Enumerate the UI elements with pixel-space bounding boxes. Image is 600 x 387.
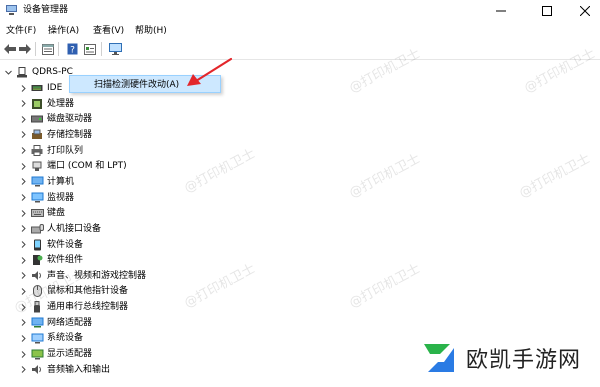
toolbar-separator [35,42,36,56]
hid-icon [30,223,44,235]
tree-item[interactable]: 处理器 [18,96,74,112]
tree-item[interactable]: 监视器 [18,190,74,206]
computer-icon [15,66,29,78]
chevron-right-icon[interactable] [18,346,28,362]
keyboard-icon [30,207,44,219]
software-component-icon [30,254,44,266]
menu-bar: 文件(F) 操作(A) 查看(V) 帮助(H) [0,23,600,39]
toolbar-separator [101,42,102,56]
chevron-down-icon[interactable] [3,64,13,80]
maximize-button[interactable] [532,0,562,21]
chevron-right-icon[interactable] [18,190,28,206]
disk-drive-icon [30,113,44,125]
scan-hardware-changes-menu-item[interactable]: 扫描检测硬件改动(A) [94,77,179,93]
tree-item[interactable]: 计算机 [18,174,74,190]
tree-item-label: 存储控制器 [47,129,93,140]
tree-item[interactable]: 系统设备 [18,330,83,346]
close-button[interactable] [570,0,600,21]
tree-root-label: QDRS-PC [32,67,73,77]
chevron-right-icon[interactable] [18,111,28,127]
network-adapter-icon [30,317,44,329]
menu-file[interactable]: 文件(F) [6,23,36,39]
system-device-icon [30,332,44,344]
tree-item[interactable]: 端口 (COM 和 LPT) [18,158,127,174]
menu-help[interactable]: 帮助(H) [135,23,167,39]
chevron-right-icon[interactable] [18,330,28,346]
printer-icon [30,145,44,157]
brand-mark-icon [424,344,454,372]
tree-item-label: 监视器 [47,192,75,203]
tree-item[interactable]: IDE [18,80,62,96]
title-bar: 设备管理器 [0,0,600,21]
help-icon[interactable]: ? [65,42,79,56]
tree-item-label: 处理器 [47,98,75,109]
tree-item-label: 磁盘驱动器 [47,114,93,125]
tree-item-label: 通用串行总线控制器 [47,302,129,313]
tree-item[interactable]: 人机接口设备 [18,221,101,237]
tree-item-label: 显示适配器 [47,349,93,360]
properties-icon[interactable] [83,42,97,56]
chevron-right-icon[interactable] [18,174,28,190]
tree-item-label: 系统设备 [47,333,84,344]
tree-item-label: 端口 (COM 和 LPT) [47,161,127,172]
chevron-right-icon[interactable] [18,80,28,96]
tree-item[interactable]: 网络适配器 [18,315,92,331]
chevron-right-icon[interactable] [18,205,28,221]
chevron-right-icon[interactable] [18,315,28,331]
display-adapter-icon [30,348,44,360]
chevron-right-icon[interactable] [18,158,28,174]
monitor-icon [30,192,44,204]
tree-item-label: 软件设备 [47,239,84,250]
processor-icon [30,98,44,110]
menu-view[interactable]: 查看(V) [93,23,124,39]
sound-icon [30,270,44,282]
chevron-right-icon[interactable] [18,96,28,112]
tree-root[interactable]: QDRS-PC [3,64,73,80]
forward-arrow-icon[interactable] [18,42,32,56]
chevron-right-icon[interactable] [18,252,28,268]
tree-item[interactable]: 磁盘驱动器 [18,111,92,127]
window-title: 设备管理器 [23,5,69,15]
scan-monitor-icon[interactable] [108,42,122,56]
chevron-right-icon[interactable] [18,237,28,253]
tree-item-label: 键盘 [47,208,66,219]
chevron-right-icon[interactable] [18,221,28,237]
tree-item[interactable]: 音频输入和输出 [18,362,110,378]
toolbar: ? [0,40,600,58]
brand-name: 欧凯手游网 [466,348,582,373]
tree-item[interactable]: 显示适配器 [18,346,92,362]
chevron-right-icon[interactable] [18,143,28,159]
audio-io-icon [30,364,44,376]
tree-item-label: 打印队列 [47,145,84,156]
tree-item-label: 人机接口设备 [47,223,102,234]
svg-text:?: ? [70,46,75,56]
chevron-right-icon[interactable] [18,127,28,143]
tree-item-label: 计算机 [47,176,75,187]
software-device-icon [30,239,44,251]
chevron-right-icon[interactable] [18,362,28,378]
ide-controller-icon [30,82,44,94]
back-arrow-icon[interactable] [3,42,17,56]
annotation-arrow [187,57,233,86]
menu-action[interactable]: 操作(A) [48,23,79,39]
tree-item[interactable]: 软件设备 [18,237,83,253]
tree-item-label: 网络适配器 [47,317,93,328]
minimize-button[interactable] [486,0,516,21]
device-manager-icon [5,4,18,16]
storage-controller-icon [30,129,44,141]
port-icon [30,160,44,172]
chevron-right-icon[interactable] [18,268,28,284]
tree-item[interactable]: 存储控制器 [18,127,92,143]
tree-item[interactable]: 打印队列 [18,143,83,159]
computer-icon [30,176,44,188]
tree-item[interactable]: 键盘 [18,205,65,221]
tree-item-label: IDE [47,83,63,93]
toolbar-separator [58,42,59,56]
brand-logo: 欧凯手游网 [420,338,581,378]
tree-item-label: 音频输入和输出 [47,364,111,375]
device-list-icon[interactable] [41,42,55,56]
